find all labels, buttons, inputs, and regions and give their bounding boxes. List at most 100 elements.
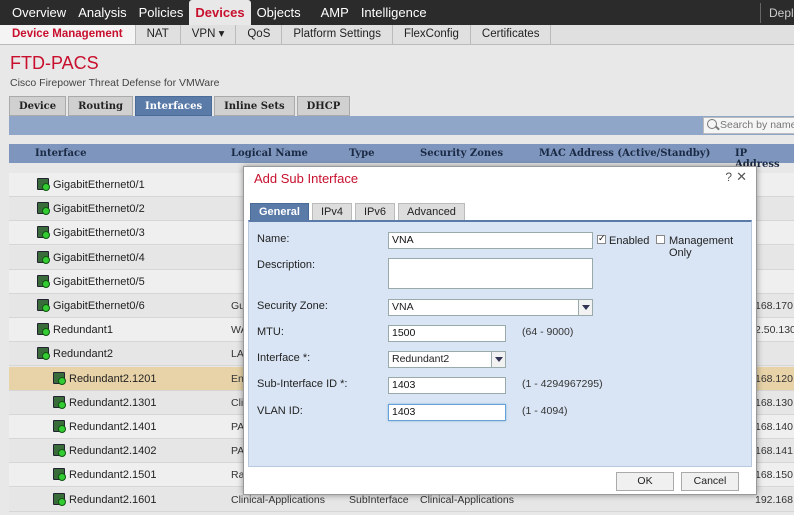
tab-analysis[interactable]: Analysis bbox=[72, 0, 132, 25]
interface-name: GigabitEthernet0/1 bbox=[53, 179, 145, 191]
security-zone-label: Security Zone: bbox=[257, 300, 328, 312]
tab-device[interactable]: Device bbox=[9, 96, 67, 116]
interface-icon bbox=[53, 444, 66, 458]
general-form: Name: VNA Enabled Management Only Descri… bbox=[248, 220, 752, 467]
ip-address: 168.170.1 bbox=[755, 300, 794, 312]
subnav-platform-settings[interactable]: Platform Settings bbox=[282, 25, 393, 44]
tab-interfaces[interactable]: Interfaces bbox=[135, 96, 213, 116]
interface-icon bbox=[37, 274, 50, 288]
close-icon[interactable]: ✕ bbox=[736, 169, 747, 185]
tab-objects[interactable]: Objects bbox=[251, 0, 307, 25]
vlan-id-input[interactable]: 1403 bbox=[388, 404, 506, 421]
interface-icon bbox=[53, 420, 66, 433]
sub-interface-id-label: Sub-Interface ID *: bbox=[257, 378, 348, 390]
logical-name: Cli bbox=[231, 396, 244, 409]
search-input[interactable]: Search by name bbox=[703, 117, 794, 134]
interface-icon bbox=[37, 323, 50, 337]
sub-interface-id-input[interactable]: 1403 bbox=[388, 377, 506, 394]
interface-icon bbox=[37, 299, 50, 312]
interface-type: SubInterface bbox=[349, 493, 409, 506]
add-sub-interface-dialog: Add Sub Interface ? ✕ General IPv4 IPv6 … bbox=[243, 166, 757, 495]
ip-address: 168.141.1 bbox=[755, 445, 794, 458]
interface-icon bbox=[53, 371, 66, 385]
description-input[interactable] bbox=[388, 258, 593, 289]
tab-ipv4[interactable]: IPv4 bbox=[311, 203, 352, 220]
enabled-label: Enabled bbox=[609, 235, 650, 247]
vlan-id-hint: (1 - 4094) bbox=[522, 405, 568, 417]
interface-icon bbox=[37, 347, 50, 361]
dialog-tabs: General IPv4 IPv6 Advanced bbox=[250, 203, 468, 220]
mtu-hint: (64 - 9000) bbox=[522, 326, 574, 338]
col-interface[interactable]: Interface bbox=[35, 148, 86, 159]
interface-name: Redundant2.1402 bbox=[69, 445, 157, 458]
management-only-label: Management Only bbox=[669, 235, 734, 259]
interface-name: Redundant2.1201 bbox=[69, 372, 157, 385]
interface-icon bbox=[53, 492, 66, 506]
tab-policies[interactable]: Policies bbox=[133, 0, 190, 25]
security-zone-value: VNA bbox=[392, 301, 414, 313]
ip-address: 168.150.1 bbox=[755, 469, 794, 482]
dialog-title: Add Sub Interface bbox=[254, 171, 359, 186]
enabled-checkbox[interactable] bbox=[597, 233, 606, 244]
col-logical-name[interactable]: Logical Name bbox=[231, 148, 308, 159]
col-security-zones[interactable]: Security Zones bbox=[420, 148, 503, 159]
mtu-input[interactable]: 1500 bbox=[388, 325, 506, 342]
tab-dhcp[interactable]: DHCP bbox=[296, 96, 351, 116]
ip-address: 168.120.1 bbox=[755, 372, 794, 385]
tab-devices[interactable]: Devices bbox=[189, 0, 251, 25]
table-header: Interface Logical Name Type Security Zon… bbox=[9, 144, 794, 170]
search-placeholder: Search by name bbox=[720, 119, 794, 131]
tab-overview[interactable]: Overview bbox=[0, 0, 72, 25]
interface-name: GigabitEthernet0/5 bbox=[53, 275, 145, 288]
ip-address: 2.50.130/ bbox=[755, 324, 794, 337]
tab-general[interactable]: General bbox=[250, 203, 309, 220]
mtu-label: MTU: bbox=[257, 326, 284, 338]
interface-name: Redundant2.1301 bbox=[69, 396, 157, 409]
management-only-checkbox[interactable] bbox=[656, 235, 665, 244]
name-input[interactable]: VNA bbox=[388, 232, 593, 249]
interface-name: GigabitEthernet0/4 bbox=[53, 251, 145, 264]
tab-inline-sets[interactable]: Inline Sets bbox=[214, 96, 295, 116]
page-title: FTD-PACS bbox=[10, 53, 99, 73]
chevron-down-icon[interactable] bbox=[491, 352, 505, 367]
search-icon bbox=[707, 119, 717, 129]
tab-amp[interactable]: AMP bbox=[307, 0, 355, 25]
subnav-certificates[interactable]: Certificates bbox=[471, 25, 552, 44]
security-zone-select[interactable]: VNA bbox=[388, 299, 593, 316]
page-subtitle: Cisco Firepower Threat Defense for VMWar… bbox=[10, 77, 220, 89]
tab-intelligence[interactable]: Intelligence bbox=[355, 0, 433, 25]
chevron-down-icon[interactable] bbox=[578, 300, 592, 315]
subnav-vpn[interactable]: VPN ▾ bbox=[181, 25, 237, 44]
interface-name: Redundant2.1601 bbox=[69, 493, 157, 506]
ip-address: 168.130.1 bbox=[755, 396, 794, 409]
security-zone: Clinical-Applications bbox=[420, 493, 514, 506]
toolbar bbox=[9, 116, 794, 135]
col-mac-address[interactable]: MAC Address (Active/Standby) bbox=[539, 148, 710, 159]
tab-ipv6[interactable]: IPv6 bbox=[354, 203, 395, 220]
tab-routing[interactable]: Routing bbox=[68, 96, 134, 116]
description-label: Description: bbox=[257, 259, 316, 271]
interface-name: Redundant1 bbox=[53, 324, 113, 337]
sub-nav: Device Management NAT VPN ▾ QoS Platform… bbox=[0, 25, 794, 45]
ok-button[interactable]: OK bbox=[616, 472, 674, 491]
interface-icon bbox=[53, 468, 66, 482]
subnav-nat[interactable]: NAT bbox=[136, 25, 181, 44]
col-type[interactable]: Type bbox=[349, 148, 375, 159]
interface-icon bbox=[37, 250, 50, 264]
interface-name: Redundant2 bbox=[53, 348, 113, 361]
ip-address: 168.140.1 bbox=[755, 421, 794, 433]
interface-label: Interface *: bbox=[257, 352, 311, 364]
interface-name: GigabitEthernet0/6 bbox=[53, 300, 145, 312]
logical-name: Clinical-Applications bbox=[231, 493, 325, 506]
interface-select[interactable]: Redundant2 bbox=[388, 351, 506, 368]
cancel-button[interactable]: Cancel bbox=[681, 472, 739, 491]
deploy-button[interactable]: Deplo bbox=[760, 3, 794, 23]
subnav-qos[interactable]: QoS bbox=[236, 25, 283, 44]
top-nav: Overview Analysis Policies Devices Objec… bbox=[0, 0, 794, 25]
interface-name: Redundant2.1501 bbox=[69, 469, 157, 482]
tab-advanced[interactable]: Advanced bbox=[398, 203, 465, 220]
help-icon[interactable]: ? bbox=[725, 170, 732, 184]
subnav-flexconfig[interactable]: FlexConfig bbox=[393, 25, 471, 44]
device-tabs: Device Routing Interfaces Inline Sets DH… bbox=[9, 96, 352, 116]
subnav-device-management[interactable]: Device Management bbox=[0, 25, 136, 44]
